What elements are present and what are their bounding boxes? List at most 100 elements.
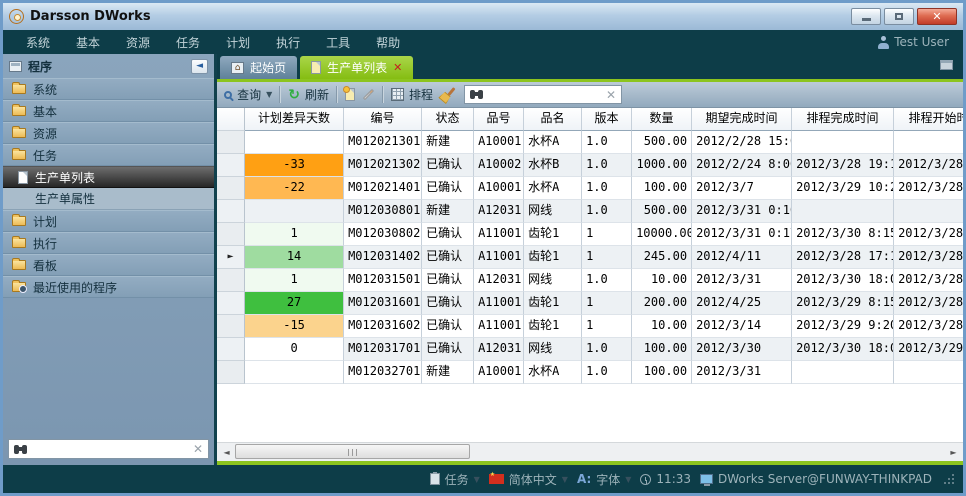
cell[interactable]: M012031601 — [344, 292, 422, 315]
cell[interactable]: 2012/3/14 — [692, 315, 792, 338]
column-header-7[interactable]: 期望完成时间 — [692, 108, 792, 131]
cell[interactable]: M012031602 — [344, 315, 422, 338]
cell[interactable]: 2012/3/30 18:00 — [792, 269, 894, 292]
sidebar-item-6[interactable]: 计划 — [3, 210, 214, 232]
cell[interactable]: A10001 — [474, 361, 524, 384]
cell[interactable]: A10002 — [474, 154, 524, 177]
cell[interactable] — [245, 361, 344, 384]
cell[interactable]: 已确认 — [422, 177, 474, 200]
scroll-left-icon[interactable]: ◄ — [219, 445, 234, 460]
column-header-5[interactable]: 版本 — [582, 108, 632, 131]
cell[interactable]: 2012/4/11 — [692, 246, 792, 269]
sidebar-item-7[interactable]: 执行 — [3, 232, 214, 254]
tab-1[interactable]: 生产单列表✕ — [300, 56, 413, 79]
cell[interactable]: 已确认 — [422, 269, 474, 292]
tab-close-icon[interactable]: ✕ — [393, 62, 402, 73]
toolbar-search-clear-icon[interactable]: ✕ — [606, 89, 616, 101]
cell[interactable]: 2012/3/28 10:52 — [894, 269, 963, 292]
cell[interactable]: 2012/3/30 8:15 — [792, 223, 894, 246]
sidebar-search-clear-icon[interactable]: ✕ — [193, 443, 203, 455]
cell[interactable]: A12031 — [474, 338, 524, 361]
font-selector[interactable]: A: 字体 ▼ — [577, 471, 631, 488]
horizontal-scrollbar[interactable]: ◄ ► — [217, 442, 963, 461]
scroll-right-icon[interactable]: ► — [946, 445, 961, 460]
table-row[interactable]: M012032701新建A10001水杯A1.0100.002012/3/31 — [217, 361, 963, 384]
cell[interactable]: 网线 — [524, 269, 582, 292]
cell[interactable]: 1 — [582, 223, 632, 246]
cell[interactable]: 0 — [245, 338, 344, 361]
column-header-1[interactable]: 编号 — [344, 108, 422, 131]
cell[interactable] — [894, 361, 963, 384]
cell[interactable]: 10.00 — [632, 269, 692, 292]
menu-item-5[interactable]: 执行 — [263, 31, 313, 54]
cell[interactable]: A12031 — [474, 200, 524, 223]
cell[interactable]: 已确认 — [422, 246, 474, 269]
cell[interactable]: 1.0 — [582, 131, 632, 154]
column-header-0[interactable]: 计划差异天数 — [245, 108, 344, 131]
cell[interactable] — [894, 200, 963, 223]
cell[interactable]: A11001 — [474, 246, 524, 269]
sidebar-item-1[interactable]: 基本 — [3, 100, 214, 122]
cell[interactable]: 2012/3/28 10:52 — [894, 292, 963, 315]
cell[interactable]: 齿轮1 — [524, 315, 582, 338]
sidebar-search-box[interactable]: ✕ — [8, 439, 209, 459]
cell[interactable]: 2012/3/28 10:52 — [894, 154, 963, 177]
cell[interactable] — [245, 131, 344, 154]
sidebar-collapse-button[interactable]: ◄ — [191, 59, 208, 74]
cell[interactable]: 网线 — [524, 338, 582, 361]
cell[interactable]: 2012/3/28 17:13 — [894, 223, 963, 246]
cell[interactable]: 2012/3/31 — [692, 269, 792, 292]
table-row[interactable]: 1M012030802已确认A11001齿轮1110000.002012/3/3… — [217, 223, 963, 246]
sidebar-item-8[interactable]: 看板 — [3, 254, 214, 276]
maximize-button[interactable] — [884, 8, 914, 25]
cell[interactable]: 2012/3/29 9:20 — [792, 315, 894, 338]
cell[interactable]: 2012/3/28 17:13 — [792, 246, 894, 269]
cell[interactable]: A11001 — [474, 315, 524, 338]
cell[interactable]: 100.00 — [632, 338, 692, 361]
cell[interactable]: M012021401 — [344, 177, 422, 200]
cell[interactable]: 1.0 — [582, 361, 632, 384]
column-header-4[interactable]: 品名 — [524, 108, 582, 131]
cell[interactable]: 500.00 — [632, 131, 692, 154]
cell[interactable]: 1.0 — [582, 338, 632, 361]
cell[interactable]: -22 — [245, 177, 344, 200]
cell[interactable]: 1.0 — [582, 269, 632, 292]
sidebar-search-input[interactable] — [34, 441, 188, 457]
refresh-button[interactable]: ↻ 刷新 — [288, 86, 329, 103]
cell[interactable] — [792, 131, 894, 154]
clear-button[interactable] — [440, 87, 455, 102]
cell[interactable]: 200.00 — [632, 292, 692, 315]
cell[interactable]: 1.0 — [582, 177, 632, 200]
menu-item-4[interactable]: 计划 — [213, 31, 263, 54]
column-header-8[interactable]: 排程完成时间 — [792, 108, 894, 131]
cell[interactable]: 1.0 — [582, 154, 632, 177]
cell[interactable]: 齿轮1 — [524, 223, 582, 246]
cell[interactable]: 齿轮1 — [524, 246, 582, 269]
font-caret-icon[interactable]: ▼ — [625, 475, 631, 484]
cell[interactable]: 2012/3/29 10:20 — [792, 177, 894, 200]
cell[interactable]: 100.00 — [632, 361, 692, 384]
cell[interactable]: 2012/2/24 8:00 — [692, 154, 792, 177]
table-row[interactable]: -15M012031602已确认A11001齿轮1110.002012/3/14… — [217, 315, 963, 338]
cell[interactable]: 14 — [245, 246, 344, 269]
scrollbar-track[interactable] — [234, 444, 946, 460]
tab-0[interactable]: ⌂起始页 — [220, 56, 297, 79]
cell[interactable]: M012031701 — [344, 338, 422, 361]
minimize-button[interactable] — [851, 8, 881, 25]
cell[interactable]: 新建 — [422, 361, 474, 384]
cell[interactable]: -33 — [245, 154, 344, 177]
table-row[interactable]: M012030801新建A12031网线1.0500.002012/3/31 0… — [217, 200, 963, 223]
cell[interactable]: M012031501 — [344, 269, 422, 292]
column-header-3[interactable]: 品号 — [474, 108, 524, 131]
cell[interactable]: 2012/3/30 18:00 — [792, 338, 894, 361]
task-caret-icon[interactable]: ▼ — [474, 475, 480, 484]
menu-item-6[interactable]: 工具 — [313, 31, 363, 54]
cell[interactable]: 网线 — [524, 200, 582, 223]
cell[interactable]: M012031402 — [344, 246, 422, 269]
cell[interactable]: 已确认 — [422, 154, 474, 177]
sidebar-item-9[interactable]: 最近使用的程序 — [3, 276, 214, 298]
sidebar-item-0[interactable]: 系统 — [3, 78, 214, 100]
cell[interactable]: 2012/3/7 — [692, 177, 792, 200]
edit-button[interactable] — [362, 93, 375, 96]
user-badge[interactable]: Test User — [878, 35, 953, 49]
